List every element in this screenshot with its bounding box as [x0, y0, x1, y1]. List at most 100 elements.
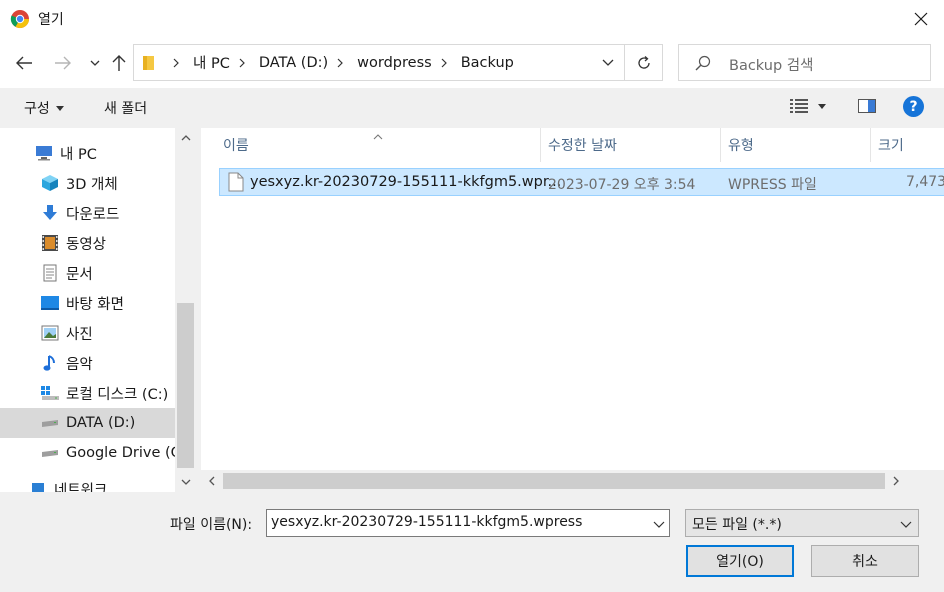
sidebar-item-this-pc[interactable]: 내 PC — [0, 138, 175, 168]
sidebar-item-label: Google Drive (G:) — [66, 445, 175, 461]
document-icon — [40, 263, 60, 283]
organize-label: 구성 — [24, 101, 50, 117]
chevron-down-icon — [602, 59, 614, 66]
caret-down-icon — [818, 103, 826, 109]
help-icon: ? — [909, 98, 918, 115]
column-header-name[interactable]: 이름 — [216, 128, 539, 162]
sidebar-item-downloads[interactable]: 다운로드 — [0, 198, 175, 228]
filename-label: 파일 이름(N): — [170, 517, 253, 533]
breadcrumb: 내 PC DATA (D:) wordpress Backup — [164, 45, 514, 80]
sidebar-item-label: DATA (D:) — [66, 415, 136, 431]
arrow-left-icon — [16, 56, 32, 70]
arrow-right-icon — [55, 56, 71, 70]
scroll-right-button[interactable] — [885, 470, 907, 492]
filetype-value: 모든 파일 (*.*) — [692, 517, 782, 533]
close-icon — [914, 12, 928, 26]
file-type: WPRESS 파일 — [728, 177, 817, 193]
sidebar-item-desktop[interactable]: 바탕 화면 — [0, 288, 175, 318]
details-view-icon — [790, 99, 808, 113]
file-date: 2023-07-29 오후 3:54 — [548, 177, 696, 193]
windows-drive-icon — [40, 383, 60, 403]
chevron-right-icon[interactable] — [239, 58, 246, 68]
download-arrow-icon — [40, 203, 60, 223]
navigation-scrollbar[interactable] — [175, 128, 196, 492]
sidebar-item-label: 내 PC — [60, 146, 97, 163]
sidebar-item-network[interactable]: 네트워크 — [0, 474, 175, 492]
column-header-size[interactable]: 크기 — [871, 128, 944, 162]
sidebar-item-videos[interactable]: 동영상 — [0, 228, 175, 258]
sidebar-item-label: 네트워크 — [54, 482, 108, 493]
help-button[interactable]: ? — [903, 96, 924, 117]
file-list: 이름 수정한 날짜 유형 크기 yesxyz.kr-20230729-15511… — [201, 128, 944, 492]
cancel-button[interactable]: 취소 — [811, 545, 919, 577]
chevron-right-icon — [893, 476, 899, 486]
file-icon — [228, 172, 244, 196]
back-button[interactable] — [13, 52, 35, 74]
sidebar-item-label: 동영상 — [66, 236, 107, 253]
breadcrumb-backup[interactable]: Backup — [461, 55, 514, 71]
scrollbar-thumb[interactable] — [223, 473, 885, 489]
cube-icon — [40, 173, 60, 193]
address-bar[interactable]: 내 PC DATA (D:) wordpress Backup — [133, 44, 663, 81]
preview-pane-button[interactable] — [858, 99, 876, 117]
change-view-button[interactable] — [790, 99, 826, 113]
organize-button[interactable]: 구성 — [24, 98, 64, 118]
horizontal-scrollbar[interactable] — [201, 470, 944, 492]
column-header-date[interactable]: 수정한 날짜 — [541, 128, 720, 162]
sidebar-item-label: 사진 — [66, 326, 93, 343]
file-name: yesxyz.kr-20230729-155111-kkfgm5.wpr... — [250, 174, 562, 190]
forward-button[interactable] — [52, 52, 74, 74]
search-placeholder[interactable]: Backup 검색 — [729, 54, 813, 75]
scrollbar-thumb[interactable] — [177, 303, 194, 468]
title-bar: 열기 — [0, 0, 944, 38]
sidebar-item-google-drive[interactable]: Google Drive (G:) — [0, 438, 175, 468]
filetype-select[interactable]: 모든 파일 (*.*) — [685, 509, 919, 537]
sidebar-item-pictures[interactable]: 사진 — [0, 318, 175, 348]
preview-pane-icon — [858, 99, 876, 113]
chevron-right-icon[interactable] — [337, 58, 344, 68]
file-size: 7,473 — [906, 174, 944, 190]
sidebar-item-local-disk-c[interactable]: 로컬 디스크 (C:) — [0, 378, 175, 408]
scroll-down-button[interactable] — [175, 472, 196, 492]
sidebar-item-music[interactable]: 음악 — [0, 348, 175, 378]
up-button[interactable] — [108, 52, 130, 74]
chevron-right-icon[interactable] — [173, 58, 180, 68]
refresh-button[interactable] — [624, 45, 663, 80]
folder-icon — [142, 54, 156, 76]
chevron-down-icon — [181, 479, 190, 485]
breadcrumb-this-pc[interactable]: 내 PC — [193, 52, 230, 73]
search-icon — [695, 55, 711, 75]
refresh-icon — [638, 55, 650, 69]
chevron-down-icon — [900, 516, 912, 532]
sidebar-item-data-drive[interactable]: DATA (D:) — [0, 408, 175, 438]
sidebar-item-label: 다운로드 — [66, 206, 120, 223]
dialog-footer: 파일 이름(N): yesxyz.kr-20230729-155111-kkfg… — [0, 492, 944, 592]
recent-locations-button[interactable] — [84, 52, 106, 74]
network-icon — [28, 479, 48, 492]
sidebar-item-documents[interactable]: 문서 — [0, 258, 175, 288]
music-note-icon — [40, 353, 60, 373]
picture-icon — [40, 323, 60, 343]
filename-value[interactable]: yesxyz.kr-20230729-155111-kkfgm5.wpress — [271, 514, 582, 530]
address-dropdown-button[interactable] — [592, 45, 624, 80]
new-folder-button[interactable]: 새 폴더 — [104, 98, 147, 118]
navigation-bar: 내 PC DATA (D:) wordpress Backup Backup 검… — [0, 38, 944, 88]
file-row[interactable]: yesxyz.kr-20230729-155111-kkfgm5.wpr... … — [219, 168, 944, 196]
chrome-icon — [10, 9, 30, 29]
sidebar-item-label: 로컬 디스크 (C:) — [66, 386, 169, 403]
sidebar-item-3d-objects[interactable]: 3D 개체 — [0, 168, 175, 198]
close-button[interactable] — [898, 0, 944, 38]
chevron-down-icon[interactable] — [653, 516, 665, 532]
scroll-up-button[interactable] — [175, 128, 196, 148]
chevron-right-icon[interactable] — [441, 58, 448, 68]
filename-input[interactable]: yesxyz.kr-20230729-155111-kkfgm5.wpress — [266, 509, 670, 537]
column-header-type[interactable]: 유형 — [721, 128, 870, 162]
open-button[interactable]: 열기(O) — [686, 545, 794, 577]
breadcrumb-data-drive[interactable]: DATA (D:) — [259, 55, 328, 71]
pc-icon — [34, 143, 54, 163]
chevron-left-icon — [209, 476, 215, 486]
scroll-left-button[interactable] — [201, 470, 223, 492]
breadcrumb-wordpress[interactable]: wordpress — [357, 55, 432, 71]
search-box[interactable]: Backup 검색 — [678, 44, 931, 81]
chevron-down-icon — [90, 60, 100, 66]
